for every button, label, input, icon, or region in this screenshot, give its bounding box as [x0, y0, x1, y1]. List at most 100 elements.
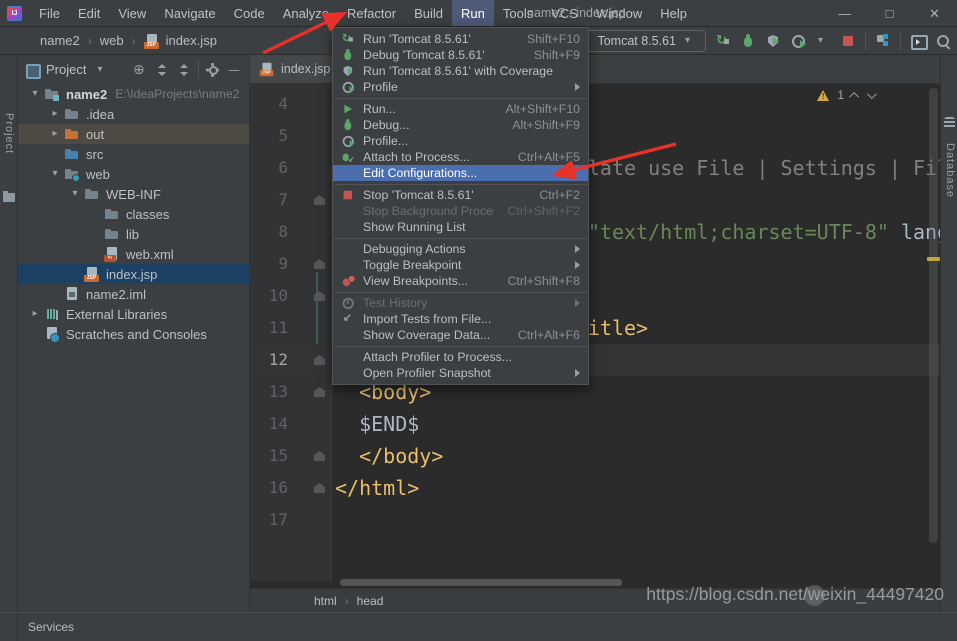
search-everywhere-icon[interactable] [935, 33, 951, 49]
menu-item-profile[interactable]: Profile [333, 79, 588, 95]
chevron-expanded-icon[interactable]: ▾ [46, 164, 64, 184]
tree-item-classes[interactable]: classes [18, 204, 249, 224]
fold-marker-icon[interactable] [314, 195, 325, 205]
menu-item-stop-tomcat-8-5-61[interactable]: Stop 'Tomcat 8.5.61'Ctrl+F2 [333, 187, 588, 203]
menu-item-run[interactable]: Run...Alt+Shift+F10 [333, 101, 588, 117]
menu-navigate[interactable]: Navigate [155, 0, 224, 26]
fold-marker-icon[interactable] [314, 291, 325, 301]
services-icon[interactable] [875, 33, 891, 49]
minimize-icon[interactable]: — [822, 0, 867, 27]
vertical-scrollbar[interactable] [929, 88, 938, 543]
profile-icon [341, 134, 355, 148]
chevron-expanded-icon[interactable]: ▾ [26, 84, 44, 104]
menu-item-run-tomcat-8-5-61[interactable]: Run 'Tomcat 8.5.61'Shift+F10 [333, 31, 588, 47]
menu-item-toggle-breakpoint[interactable]: Toggle Breakpoint [333, 257, 588, 273]
tree-item-src[interactable]: src [18, 144, 249, 164]
breadcrumb-tag-head[interactable]: head [357, 594, 384, 608]
fold-marker-icon[interactable] [314, 355, 325, 365]
menu-item-view-breakpoints[interactable]: View Breakpoints...Ctrl+Shift+F8 [333, 273, 588, 289]
menu-build[interactable]: Build [405, 0, 452, 26]
file-icon [64, 286, 80, 302]
menu-item-show-running-list[interactable]: Show Running List [333, 219, 588, 235]
tree-item-scratches-and-consoles[interactable]: Scratches and Consoles [18, 324, 249, 344]
fold-marker-icon[interactable] [314, 259, 325, 269]
menu-item-debug-tomcat-8-5-61[interactable]: Debug 'Tomcat 8.5.61'Shift+F9 [333, 47, 588, 63]
services-status-item[interactable]: Services [28, 620, 74, 634]
chevron-collapsed-icon[interactable]: ▸ [46, 104, 64, 124]
coverage-button[interactable] [765, 33, 781, 49]
warning-count: 1 [837, 88, 844, 102]
menu-run[interactable]: Run [452, 0, 494, 26]
stop-button[interactable] [840, 33, 856, 49]
hide-panel-icon[interactable] [227, 62, 243, 78]
menu-item-test-history[interactable]: Test History [333, 295, 588, 311]
fold-marker-icon[interactable] [314, 387, 325, 397]
horizontal-scrollbar[interactable] [340, 579, 622, 586]
menu-item-debugging-actions[interactable]: Debugging Actions [333, 241, 588, 257]
code-line-15[interactable]: 15 </body> [250, 440, 940, 472]
code-line-14[interactable]: 14 $END$ [250, 408, 940, 440]
debug-button[interactable] [740, 33, 756, 49]
menu-item-show-coverage-data[interactable]: Show Coverage Data...Ctrl+Alt+F6 [333, 327, 588, 343]
menu-refactor[interactable]: Refactor [338, 0, 405, 26]
toolwindow-toggle-icon[interactable] [0, 613, 18, 641]
menu-item-profile[interactable]: Profile... [333, 133, 588, 149]
menu-analyze[interactable]: Analyze [274, 0, 338, 26]
menu-item-import-tests-from-file[interactable]: Import Tests from File... [333, 311, 588, 327]
run-button[interactable] [715, 33, 731, 49]
tree-item-index-jsp[interactable]: index.jsp [18, 264, 249, 284]
prev-warning-icon[interactable] [849, 91, 859, 101]
menu-item-edit-configurations[interactable]: Edit Configurations... [333, 165, 588, 181]
menu-view[interactable]: View [109, 0, 155, 26]
select-opened-file-icon[interactable] [132, 62, 148, 78]
project-path-hint: E:\IdeaProjects\name2 [115, 87, 239, 101]
tree-item-web-inf[interactable]: ▾WEB-INF [18, 184, 249, 204]
preview-icon[interactable] [910, 33, 926, 49]
menu-edit[interactable]: Edit [69, 0, 109, 26]
project-view-icon[interactable] [24, 62, 40, 78]
tree-item-external-libraries[interactable]: ▸External Libraries [18, 304, 249, 324]
menu-item-attach-to-process[interactable]: Attach to Process...Ctrl+Alt+F5 [333, 149, 588, 165]
tree-item-name2-iml[interactable]: name2.iml [18, 284, 249, 304]
profiler-button[interactable] [790, 33, 806, 49]
code-line-17[interactable]: 17 [250, 504, 940, 536]
chevron-collapsed-icon[interactable]: ▸ [46, 124, 64, 144]
menu-item-open-profiler-snapshot[interactable]: Open Profiler Snapshot [333, 365, 588, 381]
line-gutter: 6 [250, 152, 332, 184]
fold-marker-icon[interactable] [314, 483, 325, 493]
menu-item-stop-background-processes[interactable]: Stop Background Processes...Ctrl+Shift+F… [333, 203, 588, 219]
menu-file[interactable]: File [30, 0, 69, 26]
breadcrumb-item-name2[interactable]: name2 [40, 33, 80, 48]
chevron-expanded-icon[interactable]: ▾ [66, 184, 84, 204]
menu-item-run-tomcat-8-5-61-with-coverage[interactable]: Run 'Tomcat 8.5.61' with Coverage [333, 63, 588, 79]
project-stripe-button[interactable]: Project [3, 113, 15, 154]
gear-icon[interactable] [205, 62, 221, 78]
menu-help[interactable]: Help [651, 0, 696, 26]
breadcrumb-tag-html[interactable]: html [314, 594, 337, 608]
collapse-all-icon[interactable] [176, 62, 192, 78]
project-view-selector[interactable]: Project [46, 62, 86, 77]
menu-code[interactable]: Code [225, 0, 274, 26]
fold-marker-icon[interactable] [314, 451, 325, 461]
tree-item-lib[interactable]: lib [18, 224, 249, 244]
database-stripe-button[interactable]: Database [944, 143, 956, 198]
maximize-icon[interactable]: □ [867, 0, 912, 27]
tree-item-web[interactable]: ▾web [18, 164, 249, 184]
warning-stripe-mark[interactable] [927, 257, 940, 261]
code-line-16[interactable]: 16</html> [250, 472, 940, 504]
tree-item-out[interactable]: ▸out [18, 124, 249, 144]
tree-item-name2[interactable]: ▾name2E:\IdeaProjects\name2 [18, 84, 249, 104]
tree-item--idea[interactable]: ▸.idea [18, 104, 249, 124]
tree-item-web-xml[interactable]: web.xml [18, 244, 249, 264]
breadcrumb-item-index.jsp[interactable]: index.jsp [166, 33, 217, 48]
menu-item-debug[interactable]: Debug...Alt+Shift+F9 [333, 117, 588, 133]
chevron-down-icon[interactable] [94, 62, 110, 78]
chevron-collapsed-icon[interactable]: ▸ [26, 304, 44, 324]
breadcrumb-item-web[interactable]: web [100, 33, 124, 48]
code-text [332, 504, 335, 536]
close-icon[interactable]: ✕ [912, 0, 957, 27]
menu-item-attach-profiler-to-process[interactable]: Attach Profiler to Process... [333, 349, 588, 365]
inspections-widget[interactable]: 1 [817, 88, 874, 102]
expand-all-icon[interactable] [154, 62, 170, 78]
profiler-caret-icon[interactable] [815, 33, 831, 49]
